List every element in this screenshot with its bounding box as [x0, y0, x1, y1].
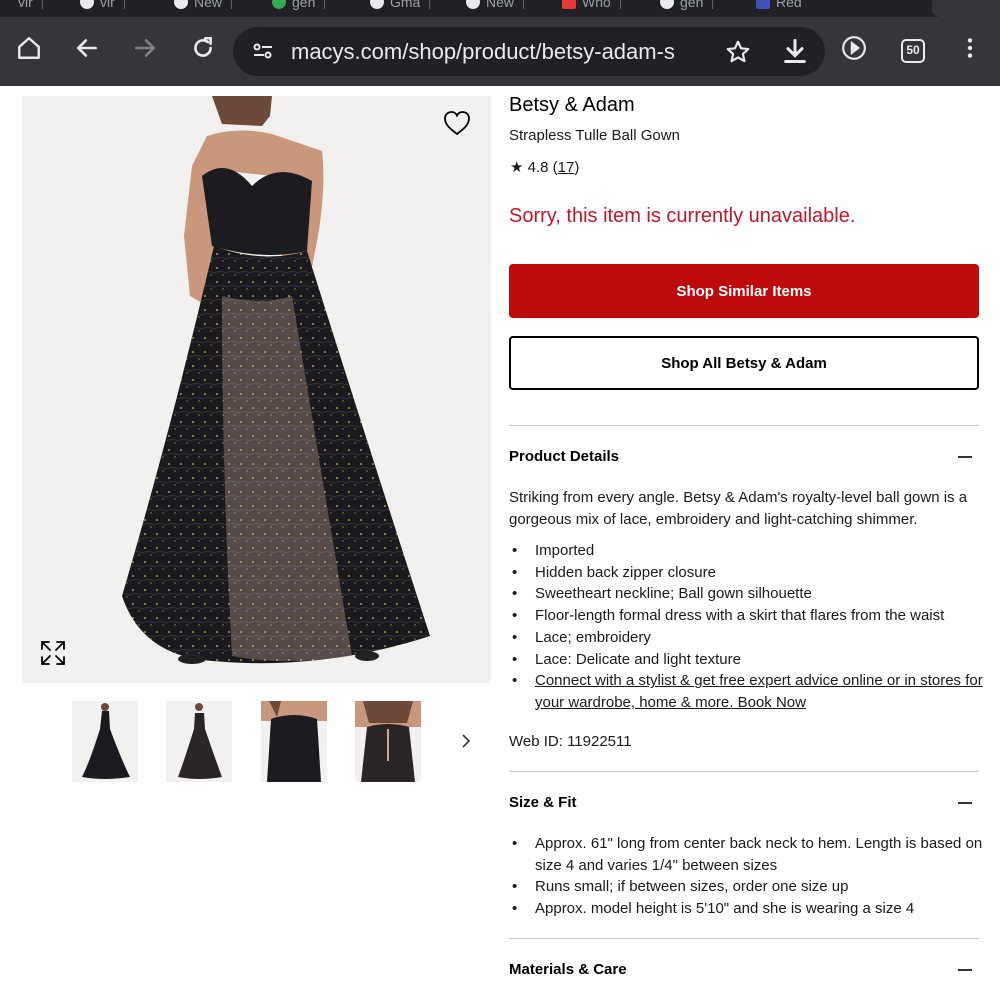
- rating-value: 4.8: [527, 159, 549, 176]
- product-details-header[interactable]: Product Details: [509, 448, 619, 465]
- tab-favicon-icon: [370, 0, 384, 9]
- collapse-icon[interactable]: [958, 969, 972, 971]
- tab-label: Red: [776, 0, 802, 10]
- tab-favicon-icon: [756, 0, 770, 9]
- tab-favicon-icon: [80, 0, 94, 9]
- size-fit-header[interactable]: Size & Fit: [509, 794, 577, 811]
- tab-favicon-icon: [174, 0, 188, 9]
- home-button[interactable]: [12, 31, 46, 65]
- list-item: Connect with a stylist & get free expert…: [509, 670, 984, 713]
- size-fit-list: Approx. 61" long from center back neck t…: [509, 833, 984, 920]
- brand-name[interactable]: Betsy & Adam: [509, 94, 635, 117]
- more-vert-icon: [967, 38, 973, 58]
- browser-tab[interactable]: New: [466, 0, 525, 13]
- thumbnail-1[interactable]: [72, 701, 138, 782]
- menu-button[interactable]: [953, 31, 987, 65]
- list-item: Approx. model height is 5'10" and she is…: [509, 898, 984, 920]
- list-item: Lace: Delicate and light texture: [509, 649, 984, 671]
- browser-tab[interactable]: Who: [562, 0, 621, 13]
- tab-label: vir: [100, 0, 115, 10]
- thumbnail-image: [355, 701, 421, 782]
- browser-tab[interactable]: gen: [660, 0, 714, 13]
- tab-favicon-icon: [660, 0, 674, 9]
- divider: [509, 938, 979, 939]
- download-icon[interactable]: [781, 37, 809, 65]
- tab-label: vir: [18, 0, 33, 10]
- address-bar[interactable]: macys.com/shop/product/betsy-adam-s: [233, 27, 825, 76]
- tab-strip: vir vir New gen Gma New Who gen Red: [0, 0, 1000, 17]
- media-button[interactable]: [837, 31, 871, 65]
- tab-switcher-button[interactable]: 50: [901, 39, 925, 63]
- thumbnail-image: [261, 701, 327, 782]
- tab-label: Who: [582, 0, 611, 10]
- collapse-icon[interactable]: [958, 456, 972, 458]
- list-item: Imported: [509, 540, 984, 562]
- back-icon: [76, 39, 97, 57]
- list-item: Sweetheart neckline; Ball gown silhouett…: [509, 583, 984, 605]
- divider: [509, 425, 979, 426]
- thumbnail-4[interactable]: [355, 701, 421, 782]
- product-main-image[interactable]: [22, 96, 491, 683]
- unavailable-message: Sorry, this item is currently unavailabl…: [509, 205, 856, 227]
- thumbnail-3[interactable]: [261, 701, 327, 782]
- browser-tab[interactable]: gen: [272, 0, 326, 13]
- back-button[interactable]: [70, 31, 104, 65]
- tab-label: New: [194, 0, 223, 10]
- thumbnail-2[interactable]: [166, 701, 232, 782]
- product-name: Strapless Tulle Ball Gown: [509, 127, 680, 144]
- divider: [509, 771, 979, 772]
- list-item: Hidden back zipper closure: [509, 562, 984, 584]
- review-count-link[interactable]: 17: [558, 159, 575, 176]
- thumbnail-image: [178, 703, 222, 779]
- chevron-right-icon[interactable]: [458, 731, 474, 751]
- tab-label: gen: [680, 0, 704, 10]
- reload-button[interactable]: [186, 31, 220, 65]
- play-icon: [842, 36, 866, 60]
- tab-favicon-icon: [272, 0, 286, 9]
- rating-star-icon: ★: [510, 159, 524, 176]
- tab-favicon-icon: [466, 0, 480, 9]
- materials-care-header[interactable]: Materials & Care: [509, 961, 627, 978]
- web-id: Web ID: 11922511: [509, 733, 632, 750]
- browser-tab[interactable]: vir: [18, 0, 43, 13]
- list-item: Lace; embroidery: [509, 627, 984, 649]
- browser-toolbar: macys.com/shop/product/betsy-adam-s 50: [0, 17, 1000, 86]
- browser-tab[interactable]: Red: [756, 0, 802, 13]
- tab-favicon-icon: [562, 0, 576, 9]
- thumbnail-image: [82, 703, 130, 779]
- star-icon[interactable]: [725, 39, 751, 65]
- tab-label: New: [486, 0, 515, 10]
- product-description: Striking from every angle. Betsy & Adam'…: [509, 489, 968, 528]
- shop-all-brand-button[interactable]: Shop All Betsy & Adam: [509, 336, 979, 390]
- list-item: Runs small; if between sizes, order one …: [509, 876, 984, 898]
- home-icon: [18, 37, 40, 59]
- shop-similar-button[interactable]: Shop Similar Items: [509, 264, 979, 318]
- gown-image: [122, 96, 430, 664]
- url-text[interactable]: macys.com/shop/product/betsy-adam-s: [291, 27, 711, 76]
- tab-label: Gma: [390, 0, 421, 10]
- site-info-icon[interactable]: [251, 39, 275, 63]
- reload-icon: [194, 36, 212, 57]
- browser-tab[interactable]: New: [174, 0, 233, 13]
- browser-tab[interactable]: vir: [80, 0, 125, 13]
- wishlist-heart-icon[interactable]: [443, 110, 471, 136]
- rating[interactable]: ★ 4.8 (17): [510, 158, 579, 176]
- product-details-list: Imported Hidden back zipper closure Swee…: [509, 540, 984, 714]
- list-item: Approx. 61" long from center back neck t…: [509, 833, 984, 876]
- forward-icon: [135, 39, 156, 57]
- forward-button[interactable]: [128, 31, 162, 65]
- active-tab[interactable]: [932, 0, 1000, 17]
- stylist-booking-link[interactable]: Connect with a stylist & get free expert…: [535, 672, 983, 711]
- list-item: Floor-length formal dress with a skirt t…: [509, 605, 984, 627]
- expand-icon[interactable]: [40, 640, 66, 666]
- tab-label: gen: [292, 0, 316, 10]
- browser-tab[interactable]: Gma: [370, 0, 431, 13]
- collapse-icon[interactable]: [958, 802, 972, 804]
